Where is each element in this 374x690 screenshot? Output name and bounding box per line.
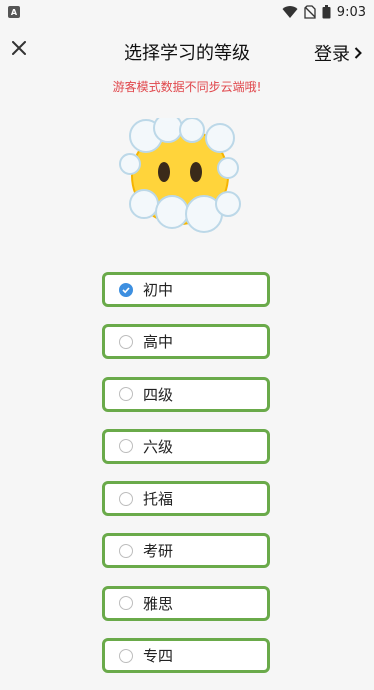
status-right: 9:03 (282, 5, 366, 20)
level-option-label: 考研 (143, 542, 174, 561)
login-button[interactable]: 登录 (314, 40, 362, 66)
level-option-label: 雅思 (143, 594, 174, 613)
level-option-label: 四级 (143, 385, 174, 404)
close-button[interactable] (8, 38, 30, 60)
level-option-cet6[interactable]: 六级 (102, 428, 270, 464)
close-icon (12, 40, 26, 59)
header: 选择学习的等级 登录 (0, 36, 374, 66)
level-option-toefl[interactable]: 托福 (102, 481, 270, 517)
level-option-postgraduate[interactable]: 考研 (102, 533, 270, 569)
radio-unchecked-icon (119, 648, 133, 663)
level-option-label: 初中 (143, 281, 174, 299)
status-bar: A 9:03 (0, 0, 374, 24)
radio-unchecked-icon (119, 491, 133, 506)
level-option-label: 六级 (143, 437, 174, 456)
no-sim-icon (304, 5, 316, 19)
chevron-right-icon (354, 43, 362, 64)
level-option-label: 托福 (143, 490, 174, 509)
level-option-junior-high[interactable]: 初中 (102, 272, 270, 307)
level-option-cet4[interactable]: 四级 (102, 376, 270, 412)
radio-unchecked-icon (119, 334, 133, 349)
radio-unchecked-icon (119, 543, 133, 558)
level-option-tem4[interactable]: 专四 (102, 638, 270, 674)
level-option-label: 高中 (143, 333, 174, 352)
status-time: 9:03 (336, 4, 366, 20)
level-option-senior-high[interactable]: 高中 (102, 324, 270, 360)
status-left: A (8, 6, 20, 18)
radio-unchecked-icon (119, 439, 133, 454)
wifi-icon (282, 5, 298, 19)
login-label: 登录 (314, 44, 350, 65)
guest-mode-notice: 游客模式数据不同步云端哦! (112, 80, 262, 94)
level-options: 初中 高中 四级 六级 托福 考研 雅思 专四 (102, 272, 272, 690)
battery-icon (322, 5, 331, 19)
level-option-label: 专四 (143, 647, 174, 666)
face-in-clouds-icon (116, 113, 244, 240)
level-option-ielts[interactable]: 雅思 (102, 585, 270, 621)
radio-unchecked-icon (119, 596, 133, 611)
app-notification-icon: A (8, 6, 20, 18)
radio-unchecked-icon (119, 387, 133, 402)
radio-checked-icon (119, 282, 133, 297)
